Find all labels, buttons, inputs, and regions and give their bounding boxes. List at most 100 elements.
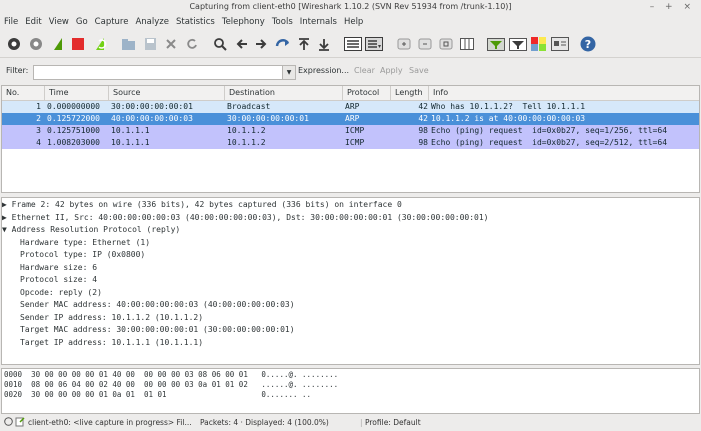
go-forward-icon[interactable] xyxy=(253,36,269,52)
packet-count: Packets: 4 · Displayed: 4 (100.0%) xyxy=(200,418,329,427)
colorize-icon[interactable] xyxy=(344,36,362,52)
profile-status[interactable]: Profile: Default xyxy=(365,418,421,427)
bytes-offset: 0020 xyxy=(4,390,23,399)
menu-capture[interactable]: Capture xyxy=(91,14,132,30)
expert-info-icon[interactable] xyxy=(4,417,13,428)
field-label: Opcode: reply (2) xyxy=(20,287,102,297)
capture-options-icon[interactable] xyxy=(28,36,44,52)
packet-protocol: ARP xyxy=(345,102,360,111)
tree-field[interactable]: Target IP address: 10.1.1.1 (10.1.1.1) xyxy=(2,337,699,350)
field-label: Protocol type: IP (0x0800) xyxy=(20,250,146,259)
column-no[interactable]: No. xyxy=(2,86,45,100)
open-file-icon[interactable] xyxy=(120,36,136,52)
column-protocol[interactable]: Protocol xyxy=(343,86,391,100)
bytes-ascii: 0....... .. xyxy=(261,390,312,399)
expression-button[interactable]: Expression... xyxy=(298,66,349,75)
packet-time: 1.008203000 xyxy=(47,138,100,147)
reload-icon[interactable] xyxy=(184,36,200,52)
packet-source: 10.1.1.1 xyxy=(111,126,150,135)
packet-time: 0.000000000 xyxy=(47,102,100,111)
packet-row[interactable]: 4 1.008203000 10.1.1.1 10.1.1.2 ICMP 98 … xyxy=(2,137,699,149)
bytes-line[interactable]: 0020 30 00 00 00 00 01 0a 01 01 01 0....… xyxy=(4,390,311,400)
coloring-rules-icon[interactable] xyxy=(530,36,548,52)
go-back-icon[interactable] xyxy=(233,36,249,52)
bytes-hex: 08 00 06 04 00 02 40 00 00 00 00 03 0a 0… xyxy=(31,380,248,389)
window-title: Capturing from client-eth0 [Wireshark 1.… xyxy=(189,2,512,11)
tree-field[interactable]: Target MAC address: 30:00:00:00:00:01 (3… xyxy=(2,324,699,337)
menu-tools[interactable]: Tools xyxy=(268,14,296,30)
expand-arrow-icon[interactable]: ▶ xyxy=(2,200,7,209)
menu-go[interactable]: Go xyxy=(72,14,91,30)
column-destination[interactable]: Destination xyxy=(225,86,343,100)
tree-item-label: Ethernet II, Src: 40:00:00:00:00:03 (40:… xyxy=(11,212,489,222)
go-to-packet-icon[interactable] xyxy=(274,36,290,52)
close-file-icon[interactable] xyxy=(163,36,179,52)
column-info[interactable]: Info xyxy=(429,86,699,100)
window-controls[interactable]: – + × xyxy=(650,0,695,14)
menu-statistics[interactable]: Statistics xyxy=(172,14,218,30)
packet-row[interactable]: 3 0.125751000 10.1.1.1 10.1.1.2 ICMP 98 … xyxy=(2,125,699,137)
menu-telephony[interactable]: Telephony xyxy=(218,14,268,30)
menu-help[interactable]: Help xyxy=(340,14,366,30)
zoom-out-icon[interactable] xyxy=(417,36,433,52)
column-time[interactable]: Time xyxy=(45,86,109,100)
help-icon[interactable]: ? xyxy=(580,36,596,52)
go-last-icon[interactable] xyxy=(316,36,332,52)
tree-field[interactable]: Protocol size: 4 xyxy=(2,274,699,287)
tree-field[interactable]: Sender MAC address: 40:00:00:00:00:03 (4… xyxy=(2,299,699,312)
collapse-arrow-icon[interactable]: ▼ xyxy=(2,225,7,234)
resize-columns-icon[interactable] xyxy=(459,36,475,52)
packet-row-selected[interactable]: 2 0.125722000 40:00:00:00:00:03 30:00:00… xyxy=(2,113,699,125)
capture-filters-icon[interactable] xyxy=(487,36,505,52)
apply-button[interactable]: Apply xyxy=(380,66,403,75)
tree-field[interactable]: Hardware size: 6 xyxy=(2,262,699,275)
packet-row[interactable]: 1 0.000000000 30:00:00:00:00:01 Broadcas… xyxy=(2,101,699,113)
packet-source: 10.1.1.1 xyxy=(111,138,150,147)
column-source[interactable]: Source xyxy=(109,86,225,100)
packet-info: Echo (ping) request id=0x0b27, seq=2/512… xyxy=(431,138,668,147)
menu-file[interactable]: File xyxy=(0,14,21,30)
start-capture-icon[interactable] xyxy=(50,36,66,52)
display-filters-icon[interactable] xyxy=(509,36,527,52)
preferences-icon[interactable] xyxy=(551,36,569,52)
packet-info: 10.1.1.2 is at 40:00:00:00:00:03 xyxy=(431,114,586,123)
menu-analyze[interactable]: Analyze xyxy=(131,14,172,30)
restart-capture-icon[interactable] xyxy=(92,36,108,52)
bytes-ascii: 0.....@. ........ xyxy=(261,370,339,379)
menu-internals[interactable]: Internals xyxy=(296,14,340,30)
packet-info: Who has 10.1.1.2? Tell 10.1.1.1 xyxy=(431,102,586,111)
packet-no: 4 xyxy=(36,138,41,147)
normal-size-icon[interactable] xyxy=(438,36,454,52)
tree-field[interactable]: Sender IP address: 10.1.1.2 (10.1.1.2) xyxy=(2,312,699,325)
filter-dropdown-icon[interactable]: ▼ xyxy=(282,65,296,80)
tree-item[interactable]: ▶ Ethernet II, Src: 40:00:00:00:00:03 (4… xyxy=(2,212,699,225)
svg-text:?: ? xyxy=(585,38,591,51)
column-length[interactable]: Length xyxy=(391,86,429,100)
tree-field[interactable]: Hardware type: Ethernet (1) xyxy=(2,237,699,250)
menu-edit[interactable]: Edit xyxy=(21,14,44,30)
zoom-in-icon[interactable] xyxy=(396,36,412,52)
go-first-icon[interactable] xyxy=(296,36,312,52)
window-titlebar: Capturing from client-eth0 [Wireshark 1.… xyxy=(0,0,701,14)
packet-time: 0.125751000 xyxy=(47,126,100,135)
tree-field[interactable]: Protocol type: IP (0x0800) xyxy=(2,249,699,262)
tree-item[interactable]: ▶ Frame 2: 42 bytes on wire (336 bits), … xyxy=(2,199,699,212)
autoscroll-icon[interactable] xyxy=(365,36,383,52)
clear-button[interactable]: Clear xyxy=(354,66,375,75)
find-packet-icon[interactable] xyxy=(212,36,228,52)
menu-view[interactable]: View xyxy=(45,14,72,30)
packet-time: 0.125722000 xyxy=(47,114,100,123)
save-filter-button[interactable]: Save xyxy=(409,66,429,75)
tree-field[interactable]: Opcode: reply (2) xyxy=(2,287,699,300)
stop-capture-icon[interactable] xyxy=(70,36,86,52)
interface-list-icon[interactable] xyxy=(6,36,22,52)
capture-comment-icon[interactable] xyxy=(15,417,25,429)
filter-input[interactable] xyxy=(33,65,283,80)
save-file-icon[interactable] xyxy=(142,36,158,52)
field-label: Target MAC address: 30:00:00:00:00:01 (3… xyxy=(20,325,295,334)
tree-item[interactable]: ▼ Address Resolution Protocol (reply) xyxy=(2,224,699,237)
expand-arrow-icon[interactable]: ▶ xyxy=(2,213,7,222)
packet-length: 98 xyxy=(418,138,428,147)
bytes-line[interactable]: 0010 08 00 06 04 00 02 40 00 00 00 00 03… xyxy=(4,380,338,390)
bytes-line[interactable]: 0000 30 00 00 00 00 01 40 00 00 00 00 03… xyxy=(4,370,338,380)
